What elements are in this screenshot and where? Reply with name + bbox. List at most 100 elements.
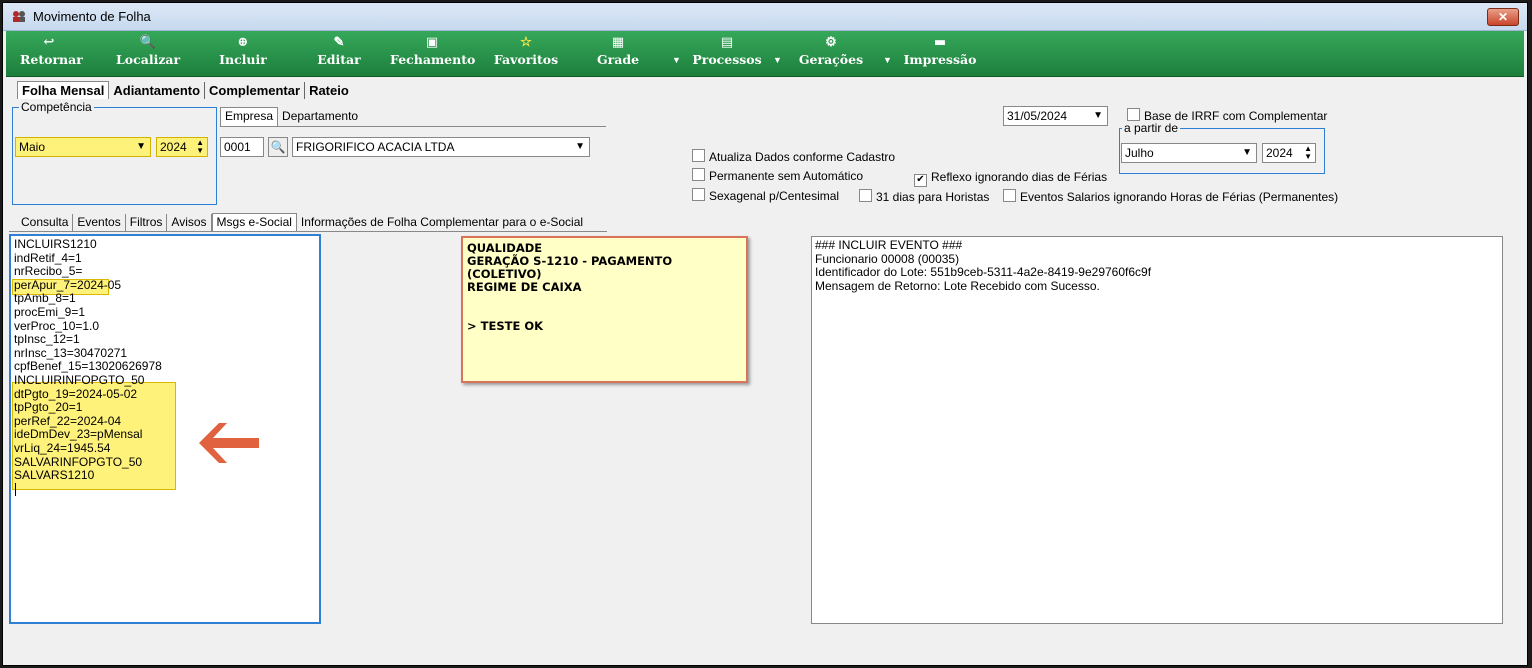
year-spinner[interactable]: 2024 ▲ ▼ <box>156 137 208 157</box>
chevron-down-icon: ▼ <box>575 141 585 152</box>
retornar-label: Retornar <box>20 52 83 67</box>
list-item: Identificador do Lote: 551b9ceb-5311-4a2… <box>815 265 1152 280</box>
empresa-code-input[interactable]: 0001 <box>220 137 264 157</box>
sexagenal-checkbox[interactable]: Sexagenal p/Centesimal <box>692 188 839 203</box>
bottom-tabs: Consulta Eventos Filtros Avisos Msgs e-Socia… <box>17 213 587 232</box>
date-value: 31/05/2024 <box>1007 109 1068 123</box>
checkbox-box <box>1127 108 1140 121</box>
tab-adiantamento[interactable]: Adiantamento <box>109 82 206 99</box>
list-item: INCLUIRS1210 <box>14 237 97 251</box>
list-item: INCLUIRINFOPGTO_50 <box>14 372 145 387</box>
gear-icon: ⚙ <box>825 35 837 50</box>
a-partir-month-value: Julho <box>1125 146 1154 160</box>
list-item: SALVARINFOPGTO_50 <box>14 454 143 469</box>
return-message-text[interactable]: ### INCLUIR EVENTO ### Funcionario 00008… <box>811 236 1503 624</box>
tab-msgs-esocial[interactable]: Msgs e-Social <box>211 213 297 232</box>
atualiza-checkbox[interactable]: Atualiza Dados conforme Cadastro <box>692 149 895 164</box>
localizar-button[interactable]: 🔍 Localizar <box>116 33 180 73</box>
impressao-label: Impressão <box>903 52 977 67</box>
dias31-checkbox[interactable]: 31 dias para Horistas <box>859 189 989 204</box>
a-partir-year-spinner[interactable]: 2024 ▲ ▼ <box>1262 143 1316 163</box>
a-partir-month-select[interactable]: Julho ▼ <box>1121 143 1257 163</box>
tab-folha-mensal[interactable]: Folha Mensal <box>17 81 110 99</box>
date-picker[interactable]: 31/05/2024 ▼ <box>1003 106 1108 126</box>
spinner-arrows-icon: ▲ ▼ <box>196 138 204 155</box>
process-icon: ▤ <box>720 35 734 50</box>
editar-button[interactable]: ✎ Editar <box>314 33 364 73</box>
incluir-button[interactable]: ⊕ Incluir <box>218 33 268 73</box>
list-item: perRef_22=2024-04 <box>14 413 122 428</box>
tab-eventos[interactable]: Eventos <box>73 214 126 232</box>
checkbox-box <box>692 149 705 162</box>
month-select[interactable]: Maio ▼ <box>15 137 151 157</box>
year-value: 2024 <box>160 140 187 154</box>
list-item: ideDmDev_23=pMensal <box>14 427 143 442</box>
tab-avisos[interactable]: Avisos <box>167 214 212 232</box>
retornar-button[interactable]: ↩ Retornar <box>20 33 83 73</box>
chevron-down-icon: ▼ <box>1242 147 1252 158</box>
processos-label: Processos <box>692 52 762 67</box>
app-icon <box>13 11 25 22</box>
grade-dropdown-icon[interactable]: ▼ <box>672 55 681 65</box>
grade-button[interactable]: ▦ Grade <box>596 33 640 73</box>
list-item: nrRecibo_5= <box>14 264 83 279</box>
permanente-checkbox[interactable]: Permanente sem Automático <box>692 168 863 183</box>
esocial-message-text[interactable]: INCLUIRS1210 indRetif_4=1 nrRecibo_5= pe… <box>9 234 321 624</box>
geracoes-label: Gerações <box>798 52 864 67</box>
list-item: nrInsc_13=30470271 <box>14 345 128 360</box>
note-line: REGIME DE CAIXA <box>467 280 582 294</box>
list-item: dtPgto_19=2024-05-02 <box>14 386 138 401</box>
divider <box>220 126 606 127</box>
title-bar: Movimento de Folha ✕ <box>3 3 1527 31</box>
tab-rateio[interactable]: Rateio <box>305 82 353 99</box>
note-box: QUALIDADE GERAÇÃO S-1210 - PAGAMENTO (CO… <box>461 236 748 383</box>
tab-consulta[interactable]: Consulta <box>17 214 74 232</box>
list-item: SALVARS1210 <box>14 468 95 483</box>
geracoes-button[interactable]: ⚙ Gerações <box>796 33 866 73</box>
tab-empresa[interactable]: Empresa <box>220 107 279 126</box>
processos-button[interactable]: ▤ Processos <box>689 33 765 73</box>
tab-complementar[interactable]: Complementar <box>205 82 306 99</box>
empresa-tabs: Empresa Departamento <box>220 107 362 126</box>
empresa-name-select[interactable]: FRIGORIFICO ACACIA LTDA ▼ <box>292 137 590 157</box>
empresa-name-value: FRIGORIFICO ACACIA LTDA <box>296 140 455 154</box>
localizar-label: Localizar <box>116 52 181 67</box>
reflexo-checkbox[interactable]: ✔ Reflexo ignorando dias de Férias <box>914 170 1107 187</box>
permanente-label: Permanente sem Automático <box>709 169 864 183</box>
atualiza-label: Atualiza Dados conforme Cadastro <box>709 150 896 164</box>
list-item: procEmi_9=1 <box>14 304 86 319</box>
grade-label: Grade <box>596 52 640 67</box>
list-item: tpAmb_8=1 <box>14 291 76 306</box>
checkbox-box <box>1003 189 1016 202</box>
competencia-title: Competência <box>19 100 94 114</box>
note-line: GERAÇÃO S-1210 - PAGAMENTO (COLETIVO) <box>467 254 673 281</box>
eventos-salarios-checkbox[interactable]: Eventos Salarios ignorando Horas de Féri… <box>1003 189 1338 204</box>
list-item: ### INCLUIR EVENTO ### <box>815 238 963 252</box>
note-line: > TESTE OK <box>467 319 544 333</box>
app-window: Movimento de Folha ✕ ↩ Retornar 🔍 Locali… <box>2 2 1528 666</box>
close-button[interactable]: ✕ <box>1487 8 1519 26</box>
processos-dropdown-icon[interactable]: ▼ <box>773 55 782 65</box>
main-tabs: Folha Mensal Adiantamento Complementar Rate… <box>17 81 353 99</box>
impressao-button[interactable]: ▬ Impressão <box>902 33 978 73</box>
eventos-salarios-label: Eventos Salarios ignorando Horas de Féri… <box>1020 190 1339 204</box>
sexagenal-label: Sexagenal p/Centesimal <box>709 189 840 203</box>
incluir-label: Incluir <box>219 52 267 67</box>
fechamento-button[interactable]: ▣ Fechamento <box>390 33 476 73</box>
list-item: tpPgto_20=1 <box>14 400 83 415</box>
arrow-left-icon <box>199 423 259 463</box>
search-icon[interactable]: 🔍 <box>268 137 288 157</box>
spinner-arrows-icon: ▲ ▼ <box>1304 144 1312 161</box>
tab-departamento[interactable]: Departamento <box>278 108 362 126</box>
tab-filtros[interactable]: Filtros <box>126 214 168 232</box>
chevron-down-icon: ▼ <box>136 141 146 152</box>
editar-label: Editar <box>317 52 361 67</box>
list-item: verProc_10=1.0 <box>14 318 100 333</box>
chevron-down-icon: ▼ <box>1093 110 1103 121</box>
return-icon: ↩ <box>43 35 55 50</box>
geracoes-dropdown-icon[interactable]: ▼ <box>883 55 892 65</box>
tab-info-folha-complementar[interactable]: Informações de Folha Complementar para o… <box>297 214 587 232</box>
favoritos-button[interactable]: ☆ Favoritos <box>492 33 560 73</box>
fechamento-label: Fechamento <box>390 52 476 67</box>
checkmark-icon: ✔ <box>914 174 927 187</box>
